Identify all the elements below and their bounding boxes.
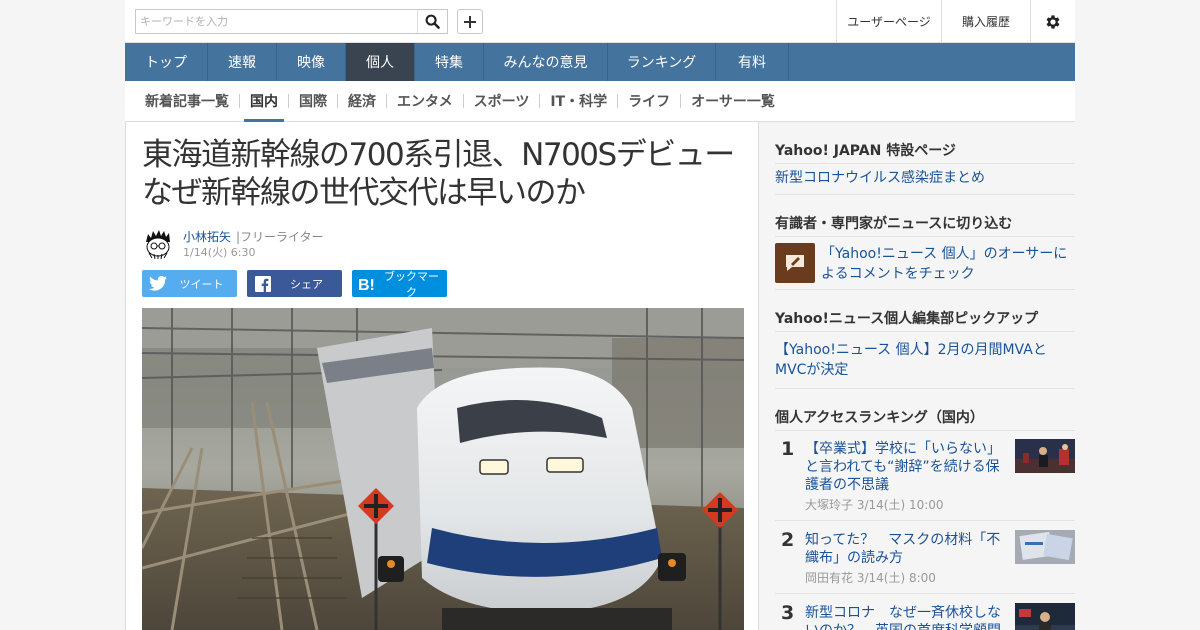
facebook-icon <box>247 270 279 297</box>
ranking-heading: 個人アクセスランキング（国内） <box>775 410 984 426</box>
author-name[interactable]: 小林拓矢 <box>183 228 231 245</box>
top-bar: ユーザーページ 購入履歴 <box>125 0 1075 43</box>
nav-paid[interactable]: 有料 <box>716 43 789 81</box>
rank-number: 2 <box>781 529 795 551</box>
subnav-economy[interactable]: 経済 <box>338 81 386 122</box>
divider <box>775 388 1075 389</box>
divider <box>775 331 1075 332</box>
nav-feature[interactable]: 特集 <box>415 43 484 81</box>
facebook-share-label: シェア <box>290 277 323 291</box>
subnav-sports[interactable]: スポーツ <box>464 81 540 122</box>
divider <box>775 520 1075 521</box>
tweet-button[interactable]: ツイート <box>142 270 237 297</box>
author-avatar[interactable] <box>142 228 174 260</box>
search-input[interactable] <box>136 10 418 33</box>
ranking-item-title[interactable]: 知ってた？ マスクの材料「不織布」の読み方 <box>805 531 1005 567</box>
article: 東海道新幹線の700系引退、N700Sデビュー なぜ新幹線の世代交代は早いのか … <box>125 122 759 630</box>
nav-ranking[interactable]: ランキング <box>608 43 716 81</box>
special-page-heading: Yahoo! JAPAN 特設ページ <box>775 143 956 159</box>
post-date: 1/14(火) 6:30 <box>183 246 256 259</box>
facebook-share-button[interactable]: シェア <box>247 270 342 297</box>
subnav-domestic[interactable]: 国内 <box>240 81 288 122</box>
hatena-bookmark-icon: B! <box>352 270 384 297</box>
divider <box>775 593 1075 594</box>
experts-heading: 有識者・専門家がニュースに切り込む <box>775 216 1013 232</box>
subnav-latest[interactable]: 新着記事一覧 <box>135 81 239 122</box>
ranking-item-title[interactable]: 【卒業式】学校に「いらない」と言われても“謝辞”を続ける保護者の不思議 <box>805 440 1005 494</box>
tweet-label: ツイート <box>179 277 224 291</box>
pickup-heading: Yahoo!ニュース個人編集部ピックアップ <box>775 311 1039 327</box>
subnav-it-science[interactable]: IT・科学 <box>540 81 617 122</box>
settings-button[interactable] <box>1030 0 1075 43</box>
pickup-link[interactable]: 【Yahoo!ニュース 個人】2月の月間MVAとMVCが決定 <box>775 340 1075 380</box>
divider <box>775 194 1075 195</box>
subnav-international[interactable]: 国際 <box>289 81 337 122</box>
user-page-link[interactable]: ユーザーページ <box>836 0 941 43</box>
ranking-thumbnail[interactable] <box>1015 530 1075 564</box>
article-title-line1: 東海道新幹線の700系引退、N700Sデビュー <box>142 137 735 173</box>
rank-number: 1 <box>781 438 795 460</box>
nav-kojin[interactable]: 個人 <box>346 43 415 81</box>
search-icon <box>425 14 440 29</box>
rank-number: 3 <box>781 602 795 624</box>
gear-icon <box>1046 14 1060 29</box>
article-title: 東海道新幹線の700系引退、N700Sデビュー なぜ新幹線の世代交代は早いのか <box>142 136 742 212</box>
search-box <box>135 9 448 34</box>
ranking-thumbnail[interactable] <box>1015 603 1075 630</box>
sidebar: Yahoo! JAPAN 特設ページ 新型コロナウイルス感染症まとめ 有識者・専… <box>759 122 1075 630</box>
comment-badge-icon <box>775 243 815 283</box>
add-button[interactable] <box>457 9 483 34</box>
experts-link[interactable]: 「Yahoo!ニュース 個人」のオーサーによるコメントをチェック <box>821 244 1071 284</box>
subnav-life[interactable]: ライフ <box>618 81 680 122</box>
main-nav: トップ 速報 映像 個人 特集 みんなの意見 ランキング 有料 <box>125 43 1075 81</box>
search-button[interactable] <box>417 10 447 33</box>
plus-icon <box>464 15 476 28</box>
shinkansen-train-image <box>142 308 744 630</box>
divider <box>775 163 1075 164</box>
divider <box>775 430 1075 431</box>
page-background <box>0 0 125 630</box>
ranking-thumbnail[interactable] <box>1015 439 1075 473</box>
nav-top[interactable]: トップ <box>125 43 208 81</box>
purchase-history-link[interactable]: 購入履歴 <box>941 0 1030 43</box>
nav-breaking[interactable]: 速報 <box>208 43 277 81</box>
divider <box>775 289 1075 290</box>
press-conference-photo <box>1015 603 1075 630</box>
subnav-authors[interactable]: オーサー一覧 <box>681 81 785 122</box>
ceremony-photo <box>1015 439 1075 473</box>
ranking-item-title[interactable]: 新型コロナ なぜ一斉休校しないのか？ 英国の首席科学顧問 <box>805 604 1005 630</box>
avatar-illustration <box>142 228 174 260</box>
subnav-entertainment[interactable]: エンタメ <box>387 81 463 122</box>
ranking-item-meta: 岡田有花 3/14(土) 8:00 <box>805 571 936 585</box>
twitter-icon <box>142 270 174 297</box>
nav-video[interactable]: 映像 <box>277 43 346 81</box>
article-photo <box>142 308 744 630</box>
nav-opinions[interactable]: みんなの意見 <box>484 43 608 81</box>
svg-text:B!: B! <box>358 277 375 292</box>
hatena-bookmark-label: ブックマーク <box>384 269 439 299</box>
header-links: ユーザーページ 購入履歴 <box>836 0 1075 43</box>
sub-nav: 新着記事一覧 国内 国際 経済 エンタメ スポーツ IT・科学 ライフ オーサー… <box>125 81 1075 122</box>
ranking-item-meta: 大塚玲子 3/14(土) 10:00 <box>805 498 944 512</box>
hatena-bookmark-button[interactable]: B! ブックマーク <box>352 269 447 299</box>
author-role: |フリーライター <box>236 230 324 244</box>
article-title-line2: なぜ新幹線の世代交代は早いのか <box>142 175 586 211</box>
mask-photo <box>1015 530 1075 564</box>
divider <box>775 236 1075 237</box>
special-page-link[interactable]: 新型コロナウイルス感染症まとめ <box>775 168 1075 188</box>
